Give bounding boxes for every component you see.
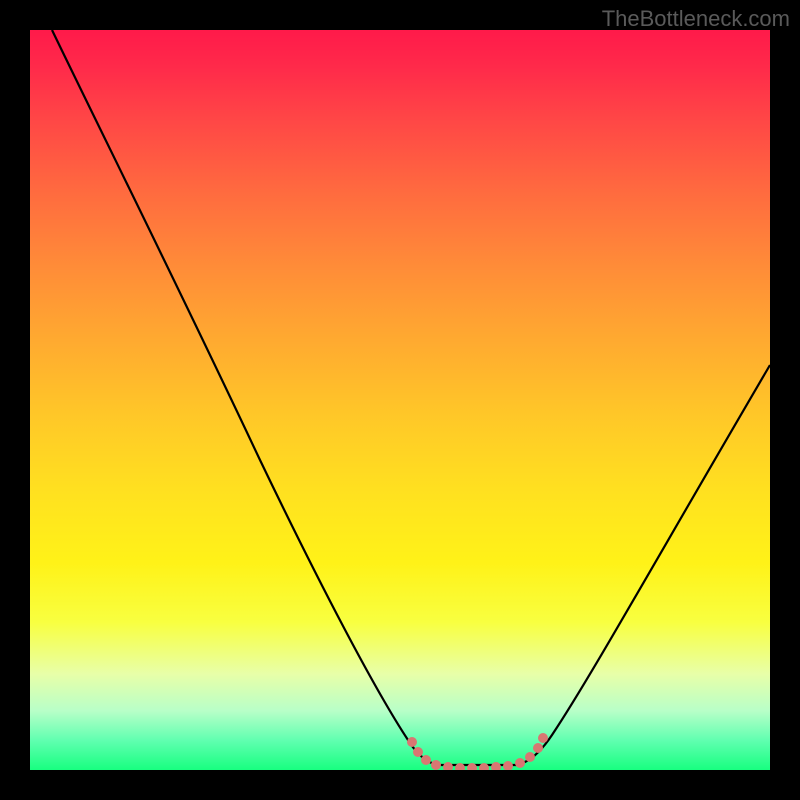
chart-plot-area: [30, 30, 770, 770]
watermark-text: TheBottleneck.com: [602, 6, 790, 32]
optimal-range-marker: [30, 30, 770, 770]
